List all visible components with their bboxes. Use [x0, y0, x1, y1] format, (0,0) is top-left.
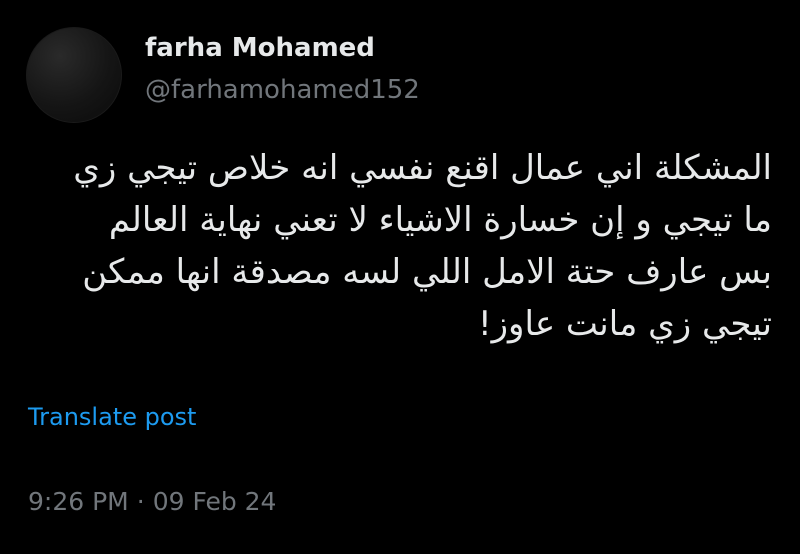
timestamp-separator: ·: [136, 487, 145, 516]
post-timestamp[interactable]: 9:26 PM · 09 Feb 24: [28, 487, 276, 516]
post-time: 9:26 PM: [28, 487, 129, 516]
author-display-name[interactable]: farha Mohamed: [145, 33, 375, 63]
avatar[interactable]: [26, 27, 122, 123]
post-text-line: بس عارف حتة الامل اللي لسه مصدقة انها مم…: [82, 252, 772, 292]
post-text: المشكلة اني عمال اقنع نفسي انه خلاص تيجي…: [27, 142, 772, 350]
post-date: 09 Feb 24: [152, 487, 277, 516]
post-text-line: المشكلة اني عمال اقنع نفسي انه خلاص تيجي…: [73, 148, 772, 188]
post-text-line: ما تيجي و إن خسارة الاشياء لا تعني نهاية…: [108, 200, 772, 240]
post-text-line: تيجي زي مانت عاوز!: [478, 304, 772, 344]
translate-post-link[interactable]: Translate post: [28, 403, 196, 431]
author-handle[interactable]: @farhamohamed152: [145, 75, 420, 105]
